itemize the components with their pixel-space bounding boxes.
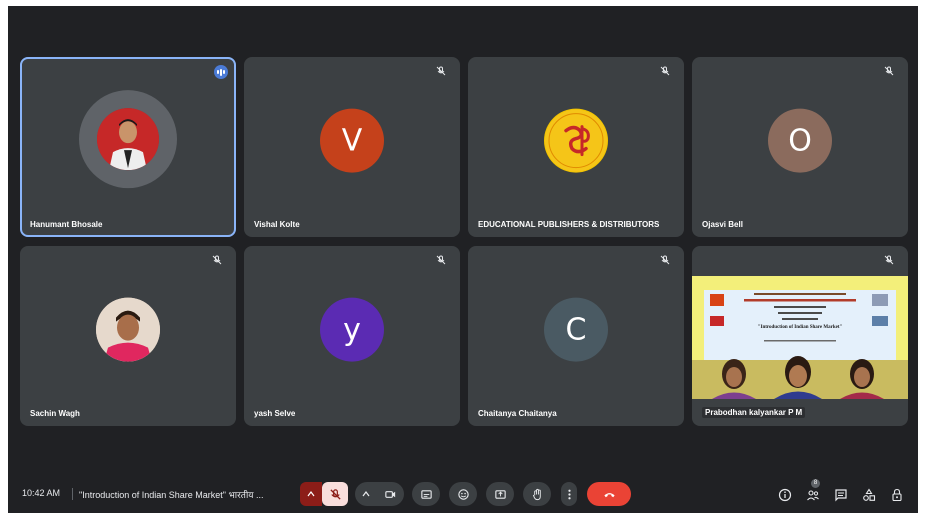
chevron-up-icon (362, 491, 370, 497)
participant-tile-vishal[interactable]: V Vishal Kolte (244, 57, 460, 237)
participant-tile-chaitanya[interactable]: C Chaitanya Chaitanya (468, 246, 684, 426)
mic-off-icon (212, 255, 222, 265)
meeting-title: "Introduction of Indian Share Market" भा… (79, 490, 264, 500)
info-icon (778, 488, 792, 502)
publisher-logo (544, 108, 608, 173)
participant-tile-yash[interactable]: y yash Selve (244, 246, 460, 426)
camera-button[interactable] (376, 482, 404, 506)
participant-tile-educational-publishers[interactable]: EDUCATIONAL PUBLISHERS & DISTRIBUTORS (468, 57, 684, 237)
participant-tile-prabodhan[interactable]: "Introduction of Indian Share Market" Pr… (692, 246, 908, 426)
participant-tile-ojasvi[interactable]: O Ojasvi Bell (692, 57, 908, 237)
avatar: V (320, 108, 384, 173)
reactions-button[interactable] (449, 482, 477, 506)
participant-name: Chaitanya Chaitanya (478, 409, 557, 418)
participant-name: yash Selve (254, 409, 296, 418)
people-button[interactable]: 8 (806, 479, 820, 502)
mic-off-icon (329, 488, 341, 500)
mic-off-icon (884, 66, 894, 76)
participant-name: Ojasvi Bell (702, 220, 743, 229)
audio-options-button[interactable] (300, 482, 322, 506)
hand-icon (532, 488, 541, 500)
avatar: O (768, 108, 832, 173)
avatar (96, 297, 160, 362)
host-controls-button[interactable] (890, 488, 904, 502)
chevron-up-icon (307, 491, 315, 497)
more-options-button[interactable] (561, 482, 577, 506)
avatar (79, 90, 177, 189)
participant-name: EDUCATIONAL PUBLISHERS & DISTRIBUTORS (478, 220, 660, 229)
people-icon (807, 490, 819, 501)
participant-name: Prabodhan kalyankar P M (702, 407, 806, 418)
lock-person-icon (892, 488, 902, 502)
captions-button[interactable] (412, 482, 440, 506)
participant-video: "Introduction of Indian Share Market" (692, 276, 908, 399)
present-icon (494, 489, 506, 499)
video-camera-icon (384, 490, 395, 498)
leave-call-button[interactable] (587, 482, 631, 506)
mic-off-icon (660, 66, 670, 76)
participant-name: Sachin Wagh (30, 409, 80, 418)
captions-icon (420, 489, 432, 499)
raise-hand-button[interactable] (523, 482, 551, 506)
participant-name: Hanumant Bhosale (30, 220, 103, 229)
speaking-indicator-icon (214, 65, 228, 79)
video-options-button[interactable] (355, 482, 377, 506)
more-vert-icon (567, 489, 571, 499)
participant-tile-hanumant[interactable]: Hanumant Bhosale (20, 57, 236, 237)
call-end-icon (603, 492, 615, 497)
activities-button[interactable] (862, 488, 876, 502)
avatar: C (544, 297, 608, 362)
mic-off-icon (436, 255, 446, 265)
mic-off-icon (660, 255, 670, 265)
emoji-icon (457, 488, 469, 500)
present-screen-button[interactable] (486, 482, 514, 506)
activities-icon (863, 488, 876, 501)
participant-tile-sachin[interactable]: Sachin Wagh (20, 246, 236, 426)
microphone-button[interactable] (322, 482, 348, 506)
avatar: y (320, 297, 384, 362)
meet-window: Hanumant Bhosale V Vishal Kolte EDUCATIO… (8, 6, 918, 513)
participant-name: Vishal Kolte (254, 220, 300, 229)
bottom-control-bar: 10:42 AM "Introduction of Indian Share M… (8, 476, 918, 510)
mic-off-icon (884, 255, 894, 265)
divider (72, 488, 73, 500)
clock: 10:42 AM (22, 488, 61, 498)
chat-button[interactable] (834, 488, 848, 502)
chat-icon (835, 489, 847, 502)
participant-count-badge: 8 (811, 479, 820, 488)
mic-off-icon (436, 66, 446, 76)
meeting-details-button[interactable] (778, 488, 792, 502)
